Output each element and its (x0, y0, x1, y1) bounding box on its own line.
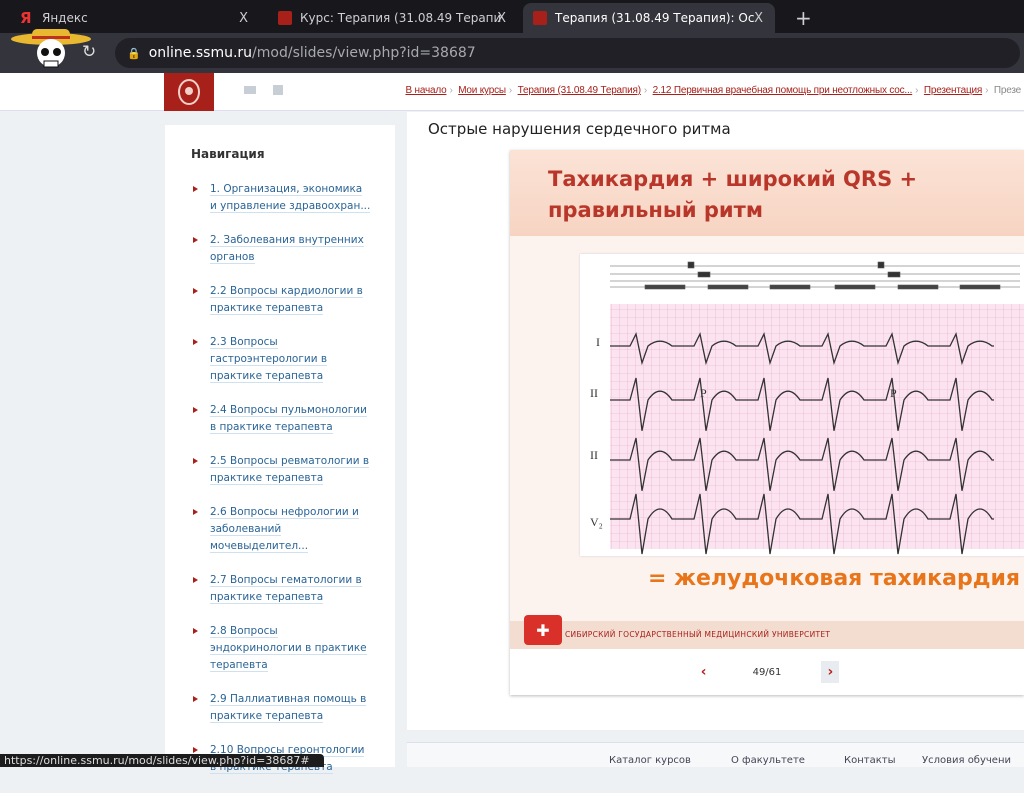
p-wave-label: P (890, 386, 897, 400)
ssmu-favicon (533, 11, 547, 25)
close-tab-icon[interactable]: X (239, 11, 248, 26)
nav-item[interactable]: 2. Заболевания внутренних органов (191, 232, 371, 266)
mail-icon[interactable] (244, 86, 256, 94)
lead-label: II (590, 386, 598, 400)
next-slide-button[interactable]: › (821, 661, 840, 683)
page-title: Острые нарушения сердечного ритма (428, 120, 731, 138)
breadcrumb-home[interactable]: В начало (405, 85, 446, 96)
browser-toolbar: ↻ 🔒 online.ssmu.ru/mod/slides/view.php?i… (0, 29, 1024, 73)
breadcrumb: В начало › Мои курсы › Терапия (31.08.49 Т… (405, 85, 1021, 96)
nav-item[interactable]: 2.9 Паллиативная помощь в практике терап… (191, 691, 371, 725)
lead-label: II (590, 448, 598, 462)
nav-item[interactable]: 2.4 Вопросы пульмонологии в практике тер… (191, 402, 371, 436)
site-header: В начало › Мои курсы › Терапия (31.08.49 Т… (0, 73, 1024, 111)
site-footer: Каталог курсов О факультете Контакты Усл… (407, 742, 1024, 767)
navigation-block: Навигация 1. Организация, экономика и уп… (165, 125, 395, 774)
ecg-strip: I II II V₂ P P (590, 261, 1024, 555)
nav-item[interactable]: 2.8 Вопросы эндокринологии в практике те… (191, 623, 371, 674)
nav-item[interactable]: 2.7 Вопросы гематологии в практике терап… (191, 572, 371, 606)
nav-item[interactable]: 2.3 Вопросы гастроэнтерологии в практике… (191, 334, 371, 385)
close-tab-icon[interactable]: X (497, 11, 506, 26)
ssmu-favicon (278, 11, 292, 25)
breadcrumb-current: Презе (993, 85, 1021, 96)
tab-course[interactable]: Курс: Терапия (31.08.49 Терапи X (268, 3, 518, 33)
nav-item[interactable]: 2.2 Вопросы кардиологии в практике терап… (191, 283, 371, 317)
ecg-image: I II II V₂ P P (580, 254, 1024, 556)
footer-link[interactable]: Контакты (844, 755, 895, 766)
address-bar[interactable]: 🔒 online.ssmu.ru/mod/slides/view.php?id=… (115, 38, 1020, 68)
navigation-title: Навигация (191, 147, 265, 161)
new-tab-button[interactable]: + (785, 3, 822, 33)
close-tab-icon[interactable]: X (754, 11, 763, 26)
nav-item[interactable]: 1. Организация, экономика и управление з… (191, 181, 371, 215)
yandex-icon: Я (20, 9, 32, 27)
slide-header: Тахикардия + широкий QRS + правильный рит… (510, 150, 1024, 236)
breadcrumb-presentation[interactable]: Презентация (924, 85, 982, 96)
slide-body: I II II V₂ P P = желудочковая тахикардия (510, 236, 1024, 621)
tab-bar: Я Яндекс X Курс: Терапия (31.08.49 Терап… (0, 0, 1024, 33)
footer-link[interactable]: Условия обучени (922, 755, 1011, 766)
calendar-icon[interactable] (273, 85, 283, 95)
slide-counter: 49/61 (752, 666, 782, 678)
slide-viewer: Тахикардия + широкий QRS + правильный рит… (510, 150, 1024, 695)
footer-link[interactable]: Каталог курсов (609, 755, 691, 766)
ladder-diagram (610, 261, 1020, 290)
status-bar-url: https://online.ssmu.ru/mod/slides/view.p… (0, 754, 324, 767)
reload-icon[interactable]: ↻ (82, 42, 96, 62)
main-content: Острые нарушения сердечного ритма Тахика… (407, 112, 1024, 730)
prev-slide-button[interactable]: ‹ (695, 661, 713, 683)
lock-icon: 🔒 (127, 46, 141, 60)
nav-item[interactable]: 2.5 Вопросы ревматологии в практике тера… (191, 453, 371, 487)
lead-label: I (596, 335, 600, 349)
breadcrumb-my-courses[interactable]: Мои курсы (458, 85, 506, 96)
nav-item[interactable]: 2.6 Вопросы нефрологии и заболеваний моч… (191, 504, 371, 555)
footer-link[interactable]: О факультете (731, 755, 805, 766)
tab-therapy[interactable]: Терапия (31.08.49 Терапия): Ос X (523, 3, 775, 33)
breadcrumb-section[interactable]: 2.12 Первичная врачебная помощь при неот… (653, 85, 913, 96)
slide-pager: ‹ 49/61 › (510, 649, 1024, 695)
slide-conclusion: = желудочковая тахикардия (648, 566, 1020, 591)
navigation-list: 1. Организация, экономика и управление з… (191, 181, 371, 793)
university-logo[interactable] (164, 73, 214, 111)
p-wave-label: P (700, 386, 707, 400)
breadcrumb-course[interactable]: Терапия (31.08.49 Терапия) (518, 85, 641, 96)
medical-kit-icon: ✚ (524, 615, 562, 645)
slide-heading: Тахикардия + широкий QRS + правильный рит… (548, 167, 918, 222)
slide-footer: СИБИРСКИЙ ГОСУДАРСТВЕННЫЙ МЕДИЦИНСКИЙ УН… (510, 621, 1024, 649)
lead-label: V₂ (590, 515, 603, 529)
